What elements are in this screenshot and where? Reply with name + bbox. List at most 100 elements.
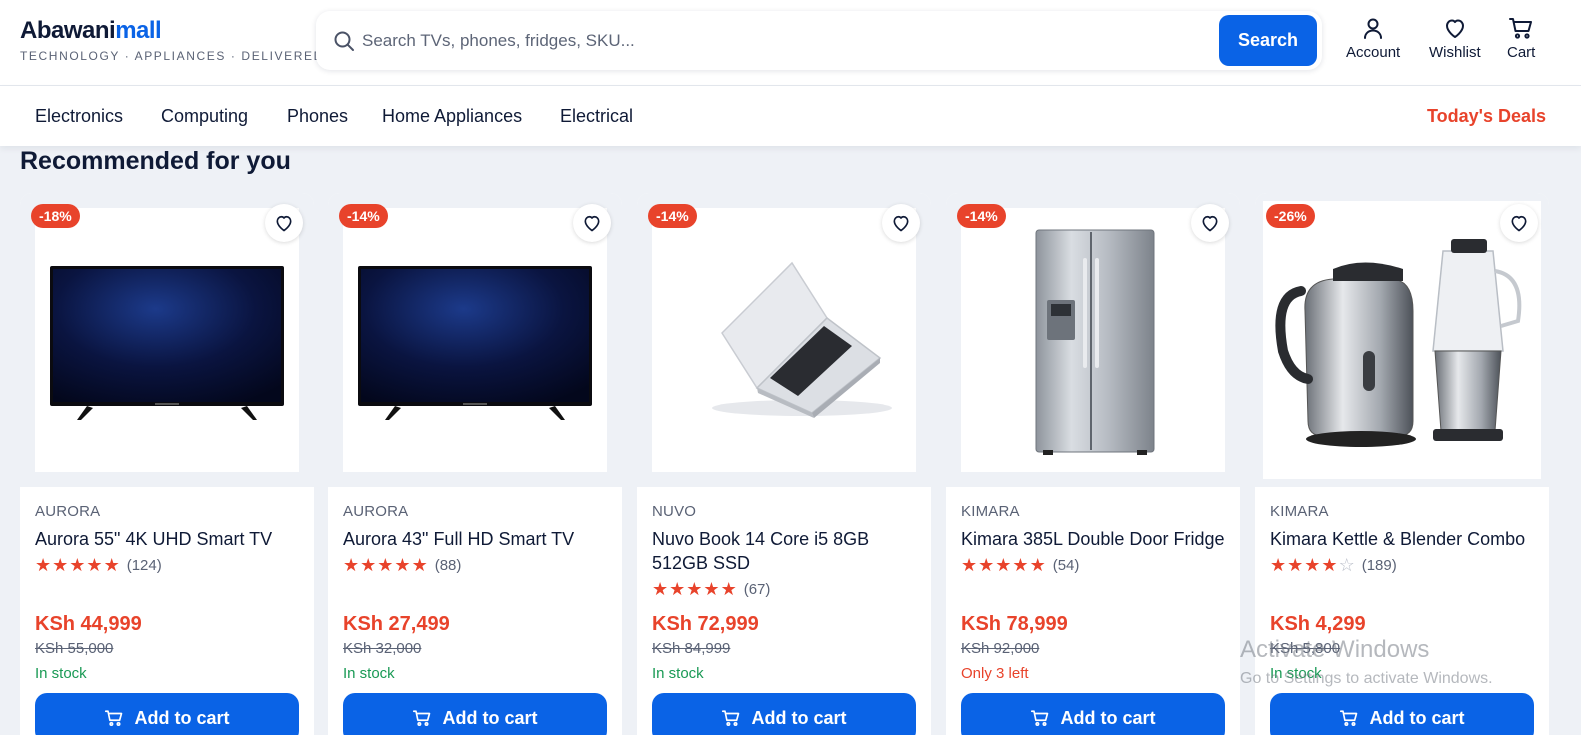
- rating-stars: ★ ★ ★ ★ ★: [652, 580, 738, 598]
- product-brand: KIMARA: [961, 503, 1020, 520]
- star-icon: ★: [1304, 555, 1321, 575]
- wishlist-button[interactable]: Wishlist: [1429, 16, 1481, 61]
- nav-item-computing[interactable]: Computing: [161, 106, 248, 127]
- discount-badge: -14%: [339, 204, 388, 228]
- laptop-icon: [712, 261, 892, 418]
- star-icon: ★: [652, 579, 669, 599]
- product-old-price: KSh 5,800: [1270, 640, 1341, 657]
- stock-status: Only 3 left: [961, 665, 1029, 682]
- star-icon: ★: [103, 555, 120, 575]
- add-to-wishlist-button[interactable]: [573, 204, 611, 242]
- star-icon: ★: [669, 579, 686, 599]
- product-rating: ★ ★ ★ ★ ★ (88): [343, 556, 461, 574]
- search-bar: Search: [316, 11, 1322, 70]
- cart-icon: [722, 710, 740, 727]
- add-to-wishlist-button[interactable]: [1191, 204, 1229, 242]
- star-icon: ★: [1270, 555, 1287, 575]
- product-image[interactable]: [652, 208, 916, 472]
- product-name[interactable]: Kimara Kettle & Blender Combo: [1270, 527, 1540, 551]
- account-button[interactable]: Account: [1346, 16, 1400, 61]
- nav-item-electronics[interactable]: Electronics: [35, 106, 123, 127]
- nav-item-home-appliances[interactable]: Home Appliances: [382, 106, 522, 127]
- cart-icon: [1509, 18, 1533, 39]
- star-icon: ★: [343, 555, 360, 575]
- product-name[interactable]: Aurora 43" Full HD Smart TV: [343, 527, 613, 551]
- product-price: KSh 44,999: [35, 613, 142, 635]
- product-image[interactable]: [35, 208, 299, 472]
- tagline: TECHNOLOGY · APPLIANCES · DELIVERED: [20, 49, 324, 63]
- product-image-area[interactable]: [328, 193, 622, 487]
- add-to-wishlist-button[interactable]: [1500, 204, 1538, 242]
- search-button[interactable]: Search: [1219, 15, 1317, 66]
- todays-deals-link[interactable]: Today's Deals: [1427, 106, 1546, 127]
- product-old-price: KSh 84,999: [652, 640, 731, 657]
- nav-item-electrical[interactable]: Electrical: [560, 106, 633, 127]
- discount-badge: -14%: [648, 204, 697, 228]
- star-icon: ★: [360, 555, 377, 575]
- product-old-price: KSh 92,000: [961, 640, 1040, 657]
- add-to-cart-button[interactable]: Add to cart: [1270, 693, 1534, 735]
- add-to-wishlist-button[interactable]: [882, 204, 920, 242]
- star-icon: ★: [1012, 555, 1029, 575]
- star-icon: ★: [703, 579, 720, 599]
- product-image[interactable]: [961, 208, 1225, 472]
- rating-stars: ★ ★ ★ ★ ☆: [1270, 556, 1356, 574]
- product-price: KSh 78,999: [961, 613, 1068, 635]
- review-count: (54): [1052, 556, 1080, 574]
- add-to-cart-label: Add to cart: [1060, 707, 1156, 728]
- product-image-area[interactable]: [1255, 193, 1549, 487]
- add-to-wishlist-button[interactable]: [265, 204, 303, 242]
- site-header: Abawanimall TECHNOLOGY · APPLIANCES · DE…: [0, 0, 1581, 86]
- cart-icon: [413, 710, 431, 727]
- star-icon: ★: [720, 579, 737, 599]
- product-rating: ★ ★ ★ ★ ★ (67): [652, 580, 770, 598]
- logo[interactable]: Abawanimall TECHNOLOGY · APPLIANCES · DE…: [20, 17, 324, 63]
- discount-badge: -26%: [1266, 204, 1315, 228]
- heart-icon: [893, 215, 909, 232]
- fridge-icon: [1035, 229, 1155, 455]
- add-to-cart-button[interactable]: Add to cart: [961, 693, 1225, 735]
- section-title: Recommended for you: [20, 147, 291, 175]
- star-icon: ★: [394, 555, 411, 575]
- add-to-cart-button[interactable]: Add to cart: [652, 693, 916, 735]
- product-card[interactable]: -14% NUVO Nuvo Book 14 Core i5 8GB 512GB…: [637, 193, 931, 735]
- nav-item-phones[interactable]: Phones: [287, 106, 348, 127]
- heart-icon: [1202, 215, 1218, 232]
- search-icon: [334, 31, 354, 51]
- star-outline-icon: ☆: [1338, 555, 1355, 575]
- product-image-area[interactable]: [637, 193, 931, 487]
- star-icon: ★: [1321, 555, 1338, 575]
- star-icon: ★: [978, 555, 995, 575]
- product-brand: AURORA: [343, 503, 409, 520]
- product-card[interactable]: -14% AURORA Aurora 43" Full HD Smart TV …: [328, 193, 622, 735]
- cart-button[interactable]: Cart: [1507, 16, 1535, 61]
- star-icon: ★: [961, 555, 978, 575]
- kettle-blender-icon: [1275, 239, 1522, 447]
- product-brand: KIMARA: [1270, 503, 1329, 520]
- product-name[interactable]: Aurora 55" 4K UHD Smart TV: [35, 527, 305, 551]
- stock-status: In stock: [343, 665, 395, 682]
- add-to-cart-label: Add to cart: [1369, 707, 1465, 728]
- product-image-area[interactable]: [946, 193, 1240, 487]
- product-image[interactable]: [343, 208, 607, 472]
- product-image[interactable]: [1263, 201, 1541, 479]
- add-to-cart-label: Add to cart: [751, 707, 847, 728]
- search-input[interactable]: [362, 11, 1212, 70]
- product-rating: ★ ★ ★ ★ ★ (124): [35, 556, 162, 574]
- add-to-cart-button[interactable]: Add to cart: [343, 693, 607, 735]
- product-name[interactable]: Nuvo Book 14 Core i5 8GB 512GB SSD: [652, 527, 922, 575]
- product-old-price: KSh 55,000: [35, 640, 114, 657]
- star-icon: ★: [995, 555, 1012, 575]
- add-to-cart-button[interactable]: Add to cart: [35, 693, 299, 735]
- add-to-cart-label: Add to cart: [134, 707, 230, 728]
- product-brand: AURORA: [35, 503, 101, 520]
- product-old-price: KSh 32,000: [343, 640, 422, 657]
- product-card[interactable]: -26% KIMARA Kimara Kettle & Blender Comb…: [1255, 193, 1549, 735]
- product-image-area[interactable]: [20, 193, 314, 487]
- product-name[interactable]: Kimara 385L Double Door Fridge: [961, 527, 1231, 551]
- product-card[interactable]: -14% KIMARA Kimara 385L Double Door Frid…: [946, 193, 1240, 735]
- rating-stars: ★ ★ ★ ★ ★: [961, 556, 1047, 574]
- product-card[interactable]: -18% AURORA Aurora 55" 4K UHD Smart TV ★…: [20, 193, 314, 735]
- star-icon: ★: [69, 555, 86, 575]
- logo-text-main: Abawani: [20, 17, 116, 44]
